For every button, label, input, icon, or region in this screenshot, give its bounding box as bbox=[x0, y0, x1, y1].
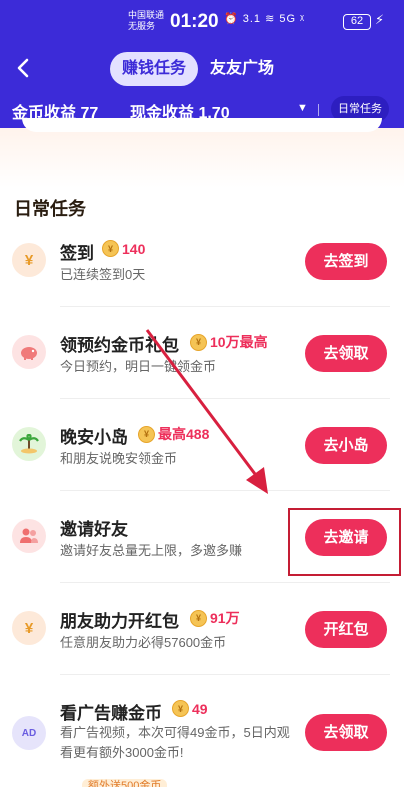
divider bbox=[60, 398, 390, 399]
task-reward: ¥ 最高488 bbox=[138, 424, 209, 444]
divider bbox=[60, 582, 390, 583]
task-item-goodnight-island: 晚安小岛 ¥ 最高488 和朋友说晚安领金币 去小岛 bbox=[0, 406, 404, 498]
coin-icon: ¥ bbox=[190, 609, 207, 627]
divider bbox=[60, 490, 390, 491]
tab-earn-tasks[interactable]: 赚钱任务 bbox=[110, 52, 199, 86]
island-icon bbox=[12, 427, 46, 461]
task-item-reserve-gift: 领预约金币礼包 ¥10万最高 今日预约，明日一键领金币 去领取 bbox=[0, 314, 404, 406]
content-background bbox=[0, 128, 404, 188]
highlight-box bbox=[288, 508, 401, 576]
carrier-name: 中国联通 bbox=[128, 10, 165, 20]
dropdown-caret-icon[interactable]: ▼ bbox=[297, 102, 308, 114]
yuan-coin-icon: ¥ bbox=[12, 611, 46, 645]
tab-bar: 赚钱任务 友友广场 bbox=[110, 52, 286, 86]
claim-ad-button[interactable]: 去领取 bbox=[305, 714, 387, 751]
task-title: 签到 bbox=[60, 244, 94, 263]
task-desc: 今日预约，明日一键领金币 bbox=[60, 359, 217, 374]
claim-button[interactable]: 去领取 bbox=[305, 335, 387, 372]
task-reward: ¥49 bbox=[172, 700, 208, 717]
task-item-friend-red-packet: ¥ 朋友助力开红包 ¥91万 任意朋友助力必得57600金币 开红包 bbox=[0, 590, 404, 682]
friends-icon bbox=[12, 519, 46, 553]
tab-friend-square[interactable]: 友友广场 bbox=[198, 52, 286, 86]
divider bbox=[60, 674, 390, 675]
task-item-sign-in: ¥ 签到 ¥140 已连续签到0天 去签到 bbox=[0, 222, 404, 314]
task-desc: 已连续签到0天 bbox=[60, 267, 146, 282]
coin-icon: ¥ bbox=[190, 333, 207, 351]
status-time: 01:20 bbox=[170, 11, 219, 32]
sign-in-button[interactable]: 去签到 bbox=[305, 243, 387, 280]
task-title: 看广告赚金币 bbox=[60, 704, 162, 723]
divider bbox=[60, 306, 390, 307]
coin-icon: ¥ bbox=[172, 700, 189, 717]
task-desc: 任意朋友助力必得57600金币 bbox=[60, 635, 227, 650]
piggy-bank-icon bbox=[12, 335, 46, 369]
task-title: 领预约金币礼包 bbox=[60, 336, 179, 355]
battery-icon: 62 bbox=[343, 14, 371, 30]
task-reward: ¥10万最高 bbox=[190, 332, 268, 352]
coin-icon: ¥ bbox=[102, 240, 119, 257]
task-desc: 邀请好友总量无上限，多邀多赚 bbox=[60, 543, 243, 558]
task-desc: 和朋友说晚安领金币 bbox=[60, 451, 178, 466]
reward-value: 49 bbox=[192, 700, 208, 717]
coin-icon: ¥ bbox=[138, 425, 155, 443]
task-reward: ¥140 bbox=[102, 240, 145, 257]
go-island-button[interactable]: 去小岛 bbox=[305, 427, 387, 464]
reward-value: 10万最高 bbox=[210, 334, 268, 350]
status-bar: 中国联通 无服务 01:20 ⏰ 3.1 ≋ 5G ᵡ 62 ⚡ bbox=[0, 8, 404, 38]
app-header: 中国联通 无服务 01:20 ⏰ 3.1 ≋ 5G ᵡ 62 ⚡ 赚钱任务 友友… bbox=[0, 0, 404, 128]
task-title: 晚安小岛 bbox=[60, 428, 128, 447]
task-reward: ¥91万 bbox=[190, 608, 240, 628]
charging-icon: ⚡ bbox=[375, 12, 385, 27]
task-item-watch-ad: AD 看广告赚金币 ¥49 看广告视频，本次可得49金币，5日内观看更有额外30… bbox=[0, 682, 404, 787]
reward-value: 91万 bbox=[210, 610, 240, 626]
status-icons: ⏰ 3.1 ≋ 5G ᵡ bbox=[224, 13, 305, 25]
ad-icon: AD bbox=[12, 716, 46, 750]
back-arrow-icon[interactable] bbox=[12, 56, 36, 80]
reward-value: 140 bbox=[122, 240, 146, 257]
bonus-tag: 额外送500金币 bbox=[82, 779, 168, 787]
carrier-info: 中国联通 无服务 bbox=[128, 10, 164, 32]
section-title: 日常任务 bbox=[14, 199, 86, 219]
carrier-status: 无服务 bbox=[128, 21, 156, 31]
divider bbox=[318, 104, 319, 116]
yuan-coin-icon: ¥ bbox=[12, 243, 46, 277]
task-title: 朋友助力开红包 bbox=[60, 612, 179, 631]
reward-value: 最高488 bbox=[158, 426, 210, 442]
task-title: 邀请好友 bbox=[60, 520, 128, 539]
top-card-edge bbox=[22, 118, 382, 132]
open-red-packet-button[interactable]: 开红包 bbox=[305, 611, 387, 648]
task-desc: 看广告视频，本次可得49金币，5日内观看更有额外3000金币! bbox=[60, 725, 290, 760]
